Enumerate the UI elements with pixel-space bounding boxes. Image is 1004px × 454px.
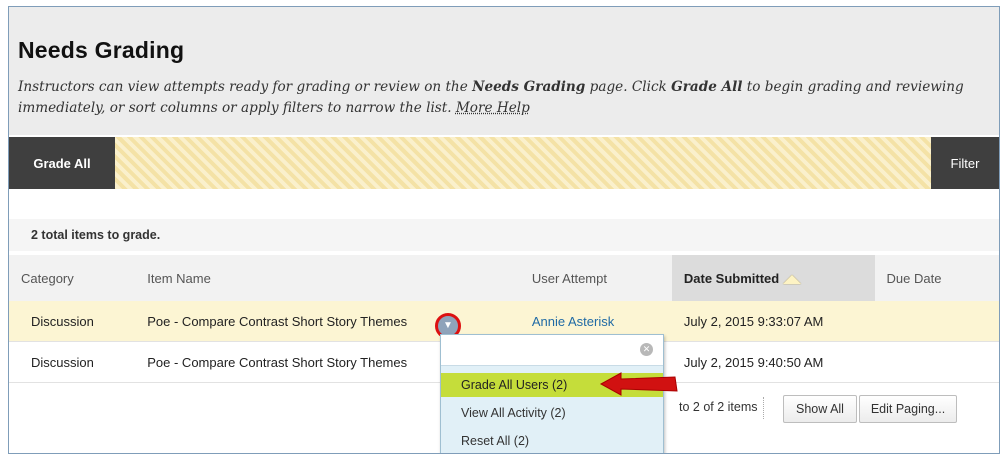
action-bar: Grade All Filter bbox=[9, 137, 999, 189]
page-description: Instructors can view attempts ready for … bbox=[18, 77, 986, 119]
cell-date-submitted: July 2, 2015 9:40:50 AM bbox=[671, 341, 875, 383]
pager-divider bbox=[763, 397, 765, 419]
column-header-user-attempt[interactable]: User Attempt bbox=[519, 255, 672, 301]
annotation-arrow-icon bbox=[599, 372, 678, 396]
sort-ascending-icon bbox=[783, 274, 802, 284]
desc-bold-grade-all: Grade All bbox=[671, 79, 743, 95]
column-header-due-date[interactable]: Due Date bbox=[874, 255, 999, 301]
context-menu-header: ✕ bbox=[441, 335, 663, 366]
user-attempt-link[interactable]: Annie Asterisk bbox=[532, 314, 614, 329]
table-header-row: Category Item Name User Attempt Date Sub… bbox=[9, 255, 999, 301]
column-header-date-submitted[interactable]: Date Submitted bbox=[671, 255, 875, 301]
cell-due-date bbox=[874, 301, 999, 342]
column-header-item-name[interactable]: Item Name bbox=[135, 255, 520, 301]
pager-range-text: to 2 of 2 items bbox=[679, 400, 758, 414]
desc-bold-needs-grading: Needs Grading bbox=[472, 79, 586, 95]
total-items-text: 2 total items to grade. bbox=[31, 228, 161, 242]
summary-bar: 2 total items to grade. bbox=[9, 219, 999, 251]
item-name-text: Poe - Compare Contrast Short Story Theme… bbox=[147, 354, 408, 370]
page-title: Needs Grading bbox=[18, 37, 185, 63]
date-submitted-label: Date Submitted bbox=[683, 270, 780, 286]
cell-date-submitted: July 2, 2015 9:33:07 AM bbox=[671, 301, 875, 342]
cell-category: Discussion bbox=[9, 341, 136, 383]
page-header: Needs Grading Instructors can view attem… bbox=[9, 7, 999, 135]
chevron-down-icon: ▼ bbox=[443, 320, 453, 331]
column-header-category[interactable]: Category bbox=[9, 255, 136, 301]
edit-paging-button[interactable]: Edit Paging... bbox=[859, 395, 957, 423]
cell-category: Discussion bbox=[9, 301, 136, 342]
close-icon[interactable]: ✕ bbox=[640, 343, 653, 356]
show-all-button[interactable]: Show All bbox=[783, 395, 857, 423]
cell-due-date bbox=[874, 341, 999, 383]
desc-text-1: Instructors can view attempts ready for … bbox=[18, 79, 473, 95]
more-help-link[interactable]: More Help bbox=[456, 100, 530, 116]
filter-button[interactable]: Filter bbox=[931, 137, 999, 189]
menu-item-view-all-activity[interactable]: View All Activity (2) bbox=[441, 401, 663, 425]
desc-text-2: page. Click bbox=[585, 79, 672, 95]
menu-item-reset-all[interactable]: Reset All (2) bbox=[441, 429, 663, 453]
grade-all-button[interactable]: Grade All bbox=[9, 137, 115, 189]
needs-grading-panel: Needs Grading Instructors can view attem… bbox=[8, 6, 1000, 454]
item-name-text: Poe - Compare Contrast Short Story Theme… bbox=[147, 313, 408, 329]
